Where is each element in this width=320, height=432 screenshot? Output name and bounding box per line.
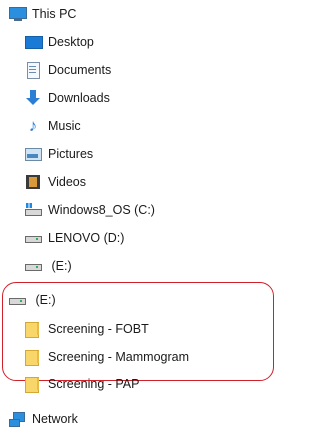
nav-item-label: LENOVO (D:) (48, 231, 125, 245)
drive-icon (24, 258, 42, 274)
nav-item-label: Documents (48, 63, 112, 77)
folder-screening-mammogram[interactable]: Screening - Mammogram (24, 346, 189, 368)
windows-drive-icon (24, 202, 42, 218)
pictures-icon (24, 146, 42, 162)
nav-item-drive-d[interactable]: LENOVO (D:) (24, 227, 124, 249)
nav-item-label: Downloads (48, 91, 110, 105)
nav-item-drive-c[interactable]: Windows8_OS (C:) (24, 199, 155, 221)
folder-screening-fobt[interactable]: Screening - FOBT (24, 318, 149, 340)
downloads-icon (24, 90, 42, 106)
nav-item-desktop[interactable]: Desktop (24, 31, 94, 53)
nav-item-label: Windows8_OS (C:) (48, 203, 155, 217)
nav-item-label: Videos (48, 175, 86, 189)
nav-item-drive-e[interactable]: (E:) (24, 255, 72, 277)
folder-label: Screening - FOBT (48, 322, 149, 336)
desktop-icon (24, 34, 43, 50)
nav-item-label: Desktop (48, 35, 94, 49)
this-pc-label: This PC (32, 7, 77, 21)
folder-icon (24, 376, 42, 393)
nav-item-label: Pictures (48, 147, 94, 161)
drive-icon (24, 230, 42, 246)
folder-label: Screening - Mammogram (48, 350, 190, 364)
music-icon: ♪ (28, 116, 38, 135)
nav-item-music[interactable]: ♪ Music (24, 115, 81, 137)
folder-icon (24, 321, 42, 338)
nav-item-videos[interactable]: Videos (24, 171, 86, 193)
nav-item-network[interactable]: Network (8, 408, 78, 430)
drive-icon (8, 292, 26, 308)
nav-item-pictures[interactable]: Pictures (24, 143, 93, 165)
folder-label: Screening - PAP (48, 377, 140, 391)
network-label: Network (32, 412, 78, 426)
nav-item-documents[interactable]: Documents (24, 59, 111, 81)
folder-screening-pap[interactable]: Screening - PAP (24, 373, 139, 395)
nav-item-label: (E:) (48, 259, 72, 273)
nav-item-downloads[interactable]: Downloads (24, 87, 110, 109)
computer-icon (8, 6, 27, 22)
nav-item-label: Music (48, 119, 81, 133)
documents-icon (24, 62, 42, 79)
drive-label: (E:) (32, 293, 56, 307)
network-icon (8, 411, 26, 427)
removable-drive-e[interactable]: (E:) (8, 289, 56, 311)
this-pc-item[interactable]: This PC (8, 3, 76, 25)
videos-icon (24, 174, 42, 190)
folder-icon (24, 349, 42, 366)
